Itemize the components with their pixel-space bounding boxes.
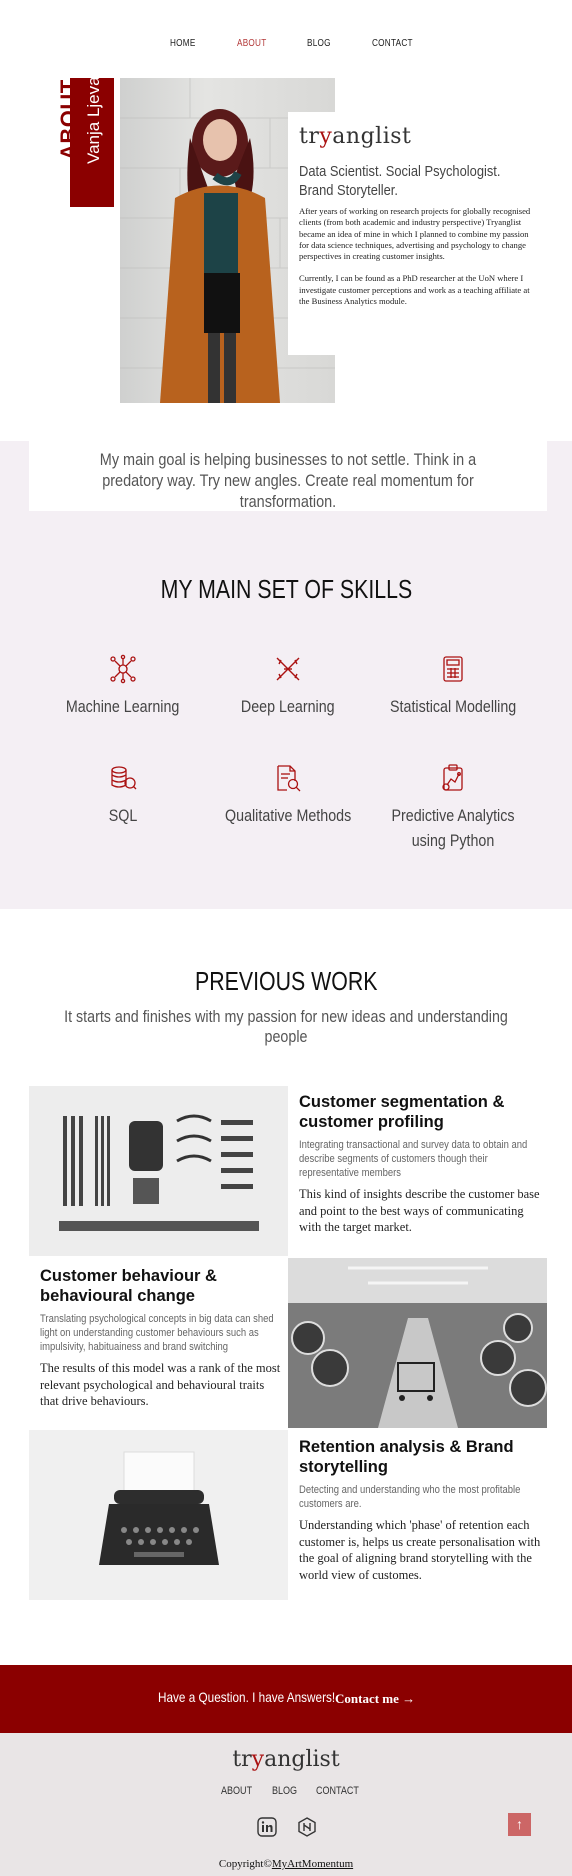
github-icon[interactable]: [297, 1817, 317, 1837]
skill-statistical-modelling: Statistical Modelling: [358, 654, 548, 719]
dna-icon: [276, 657, 300, 681]
skill-label: Qualitative Methods: [224, 806, 352, 825]
skill-predictive-analytics: Predictive Analytics using Python: [358, 763, 548, 853]
work-item-summary: Integrating transactional and survey dat…: [299, 1139, 528, 1179]
work-item-title: Retention analysis & Brand storytelling: [299, 1438, 514, 1476]
work-item-title: Customer behaviour & behavioural change: [40, 1267, 217, 1305]
work-item-summary: Detecting and understanding who the most…: [299, 1484, 521, 1510]
work-subtitle: It starts and finishes with my passion f…: [64, 1007, 508, 1046]
nav-blog[interactable]: BLOG: [307, 38, 331, 49]
database-icon: [111, 766, 137, 790]
skills-title: MY MAIN SET OF SKILLS: [160, 574, 412, 604]
neural-network-icon: [110, 654, 136, 684]
clipboard-chart-icon: [442, 764, 463, 791]
nav-contact[interactable]: CONTACT: [372, 38, 413, 49]
contact-button[interactable]: Contact me →: [335, 1691, 415, 1707]
work-item-detail: The results of this model was a rank of …: [40, 1361, 281, 1408]
work-title: PREVIOUS WORK: [194, 966, 378, 996]
intro-card: tryanglist Data Scientist. Social Psycho…: [288, 112, 548, 355]
cta-banner: Have a Question. I have Answers! Contact…: [0, 1665, 572, 1733]
work-item-segmentation: Customer segmentation & customer profili…: [299, 1092, 544, 1236]
footer: tryanglist ABOUT BLOG CONTACT ↑ Copyrigh…: [0, 1733, 572, 1876]
top-nav: HOME ABOUT BLOG CONTACT: [0, 38, 572, 54]
footer-brand-logo[interactable]: tryanglist: [0, 1747, 572, 1772]
nav-home[interactable]: HOME: [170, 38, 196, 49]
back-to-top-button[interactable]: ↑: [508, 1813, 531, 1836]
intro-paragraph-current: Currently, I can be found as a PhD resea…: [299, 273, 530, 307]
skill-machine-learning: Machine Learning: [28, 654, 218, 719]
skill-label: SQL: [108, 806, 138, 825]
cta-question: Have a Question. I have Answers!: [158, 1689, 336, 1705]
intro-paragraph: After years of working on research proje…: [299, 206, 531, 262]
author-name: Vanja Ljevar: [84, 70, 103, 164]
intro-headline: Data Scientist. Social Psychologist. Bra…: [299, 163, 501, 199]
footer-nav-contact[interactable]: CONTACT: [316, 1785, 359, 1797]
skill-qualitative-methods: Qualitative Methods: [193, 763, 383, 828]
work-item-retention: Retention analysis & Brand storytelling …: [299, 1437, 544, 1583]
work-item-behaviour: Customer behaviour & behavioural change …: [40, 1266, 285, 1410]
skill-label: Predictive Analytics using Python: [391, 806, 515, 850]
work-item-detail: Understanding which 'phase' of retention…: [299, 1518, 541, 1582]
skill-deep-learning: Deep Learning: [193, 654, 383, 719]
work-item-title: Customer segmentation & customer profili…: [299, 1093, 505, 1131]
brand-logo: tryanglist: [299, 124, 412, 149]
work-item-detail: This kind of insights describe the custo…: [299, 1187, 540, 1234]
skill-label: Statistical Modelling: [389, 697, 517, 716]
work-image-laundromat: [288, 1258, 547, 1428]
about-heading: ABOUT: [56, 79, 81, 160]
document-search-icon: [277, 765, 301, 792]
skill-label: Deep Learning: [241, 697, 335, 716]
footer-nav-blog[interactable]: BLOG: [272, 1785, 297, 1797]
linkedin-icon[interactable]: [257, 1817, 277, 1837]
copyright: Copyright©MyArtMomentum: [218, 1858, 354, 1870]
skill-label: Machine Learning: [66, 697, 180, 716]
goal-statement: My main goal is helping businesses to no…: [99, 450, 477, 511]
calculator-icon: [443, 656, 463, 682]
footer-nav-about[interactable]: ABOUT: [221, 1785, 252, 1797]
nav-about[interactable]: ABOUT: [237, 38, 266, 49]
work-image-typewriter: [29, 1430, 288, 1600]
copyright-link[interactable]: MyArtMomentum: [272, 1858, 353, 1870]
skill-sql: SQL: [28, 763, 218, 828]
work-item-summary: Translating psychological concepts in bi…: [40, 1313, 274, 1353]
work-image-toolkit: [29, 1086, 288, 1256]
